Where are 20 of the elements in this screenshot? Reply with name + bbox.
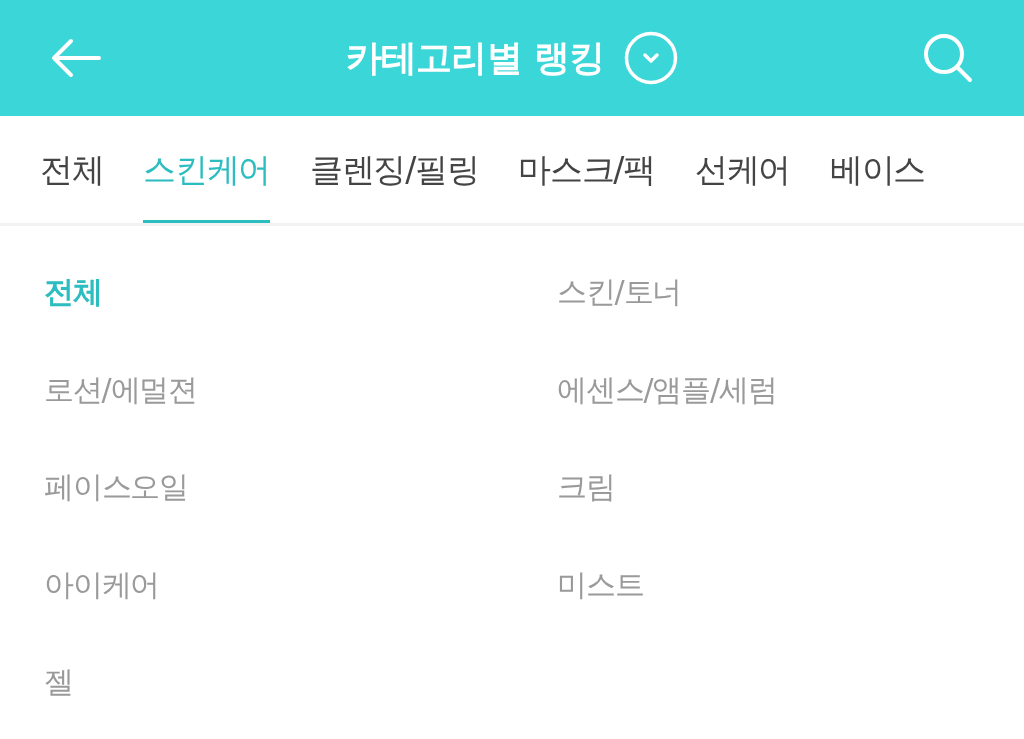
subcategory-item[interactable]: 젤 <box>44 664 73 700</box>
category-tab[interactable]: 스킨케어 <box>143 116 271 223</box>
search-button[interactable] <box>922 32 974 84</box>
subcategory-item[interactable]: 에센스/앰플/세럼 <box>557 371 777 408</box>
title-dropdown[interactable]: 카테고리별 랭킹 <box>345 31 679 85</box>
chevron-circle-icon <box>624 31 679 85</box>
back-arrow-icon <box>51 38 101 78</box>
category-tab[interactable]: 전체 <box>40 116 104 223</box>
category-tab[interactable]: 선케어 <box>694 116 790 223</box>
category-tab[interactable]: 마스크/팩 <box>518 116 655 223</box>
subcategory-item[interactable]: 크림 <box>557 469 615 505</box>
subcategory-item[interactable]: 전체 <box>44 274 102 310</box>
subcategory-item[interactable]: 페이스오일 <box>44 469 188 505</box>
subcategory-item[interactable]: 스킨/토너 <box>557 274 682 310</box>
subcategory-item[interactable]: 로션/에멀젼 <box>44 371 197 408</box>
category-tab[interactable]: 클렌징/필링 <box>310 116 479 223</box>
subcategory-item[interactable]: 아이케어 <box>44 566 160 603</box>
subcategory-item[interactable]: 미스트 <box>557 566 644 603</box>
category-tab[interactable]: 베이스 <box>829 116 925 223</box>
search-icon <box>923 33 973 83</box>
